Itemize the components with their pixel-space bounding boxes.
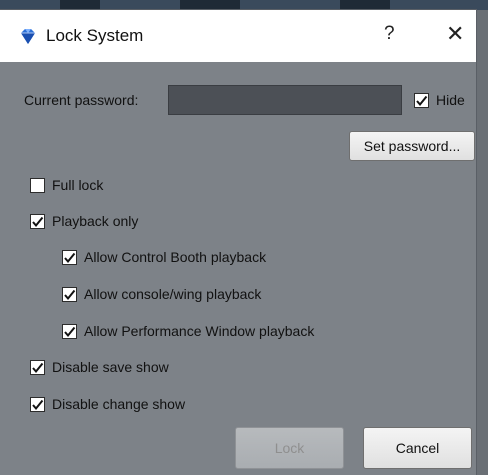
checkbox-box[interactable]: [62, 323, 77, 339]
checkbox-box[interactable]: [30, 396, 45, 412]
set-password-button[interactable]: Set password...: [349, 131, 475, 161]
disable-save-show-checkbox[interactable]: Disable save show: [30, 359, 169, 375]
checkbox-box[interactable]: [30, 359, 45, 375]
checkbox-box[interactable]: [414, 92, 429, 108]
current-password-label: Current password:: [24, 92, 139, 108]
help-button[interactable]: ?: [384, 23, 395, 45]
background-app-segment: [340, 0, 390, 10]
playback-only-label: Playback only: [52, 213, 139, 229]
background-app-edge: [476, 10, 488, 475]
title-bar: Lock System ? ✕: [0, 10, 476, 62]
lock-button[interactable]: Lock: [235, 427, 344, 469]
cancel-button[interactable]: Cancel: [363, 427, 472, 469]
disable-change-show-label: Disable change show: [52, 396, 186, 412]
full-lock-label: Full lock: [52, 177, 104, 193]
checkmark-icon: [64, 289, 76, 300]
dialog-title: Lock System: [46, 26, 144, 45]
checkmark-icon: [32, 399, 44, 410]
checkmark-icon: [32, 216, 44, 227]
background-app-segment: [180, 0, 240, 10]
allow-control-booth-label: Allow Control Booth playback: [84, 249, 267, 265]
allow-control-booth-checkbox[interactable]: Allow Control Booth playback: [62, 249, 266, 265]
full-lock-checkbox[interactable]: Full lock: [30, 177, 103, 193]
checkmark-icon: [32, 362, 44, 373]
background-app-segment: [60, 0, 100, 10]
checkmark-icon: [64, 326, 76, 337]
current-password-field[interactable]: [168, 85, 402, 115]
close-button[interactable]: ✕: [446, 21, 464, 47]
hide-label: Hide: [436, 92, 465, 108]
allow-performance-window-label: Allow Performance Window playback: [84, 323, 315, 339]
disable-change-show-checkbox[interactable]: Disable change show: [30, 396, 185, 412]
checkbox-box[interactable]: [30, 213, 45, 229]
dialog-body: Current password: Hide Set password... F…: [0, 62, 476, 475]
allow-performance-window-checkbox[interactable]: Allow Performance Window playback: [62, 323, 314, 339]
checkbox-box[interactable]: [62, 286, 77, 302]
background-app-bar: [0, 0, 488, 10]
allow-console-wing-checkbox[interactable]: Allow console/wing playback: [62, 286, 261, 302]
allow-console-wing-label: Allow console/wing playback: [84, 286, 262, 302]
diamond-icon: [18, 26, 38, 46]
checkmark-icon: [416, 95, 428, 106]
playback-only-checkbox[interactable]: Playback only: [30, 213, 138, 229]
hide-checkbox[interactable]: Hide: [414, 92, 465, 108]
lock-system-dialog: Lock System ? ✕ Current password: Hide S…: [0, 10, 476, 475]
checkmark-icon: [64, 252, 76, 263]
checkbox-box[interactable]: [30, 177, 45, 193]
checkbox-box[interactable]: [62, 249, 77, 265]
disable-save-show-label: Disable save show: [52, 359, 169, 375]
